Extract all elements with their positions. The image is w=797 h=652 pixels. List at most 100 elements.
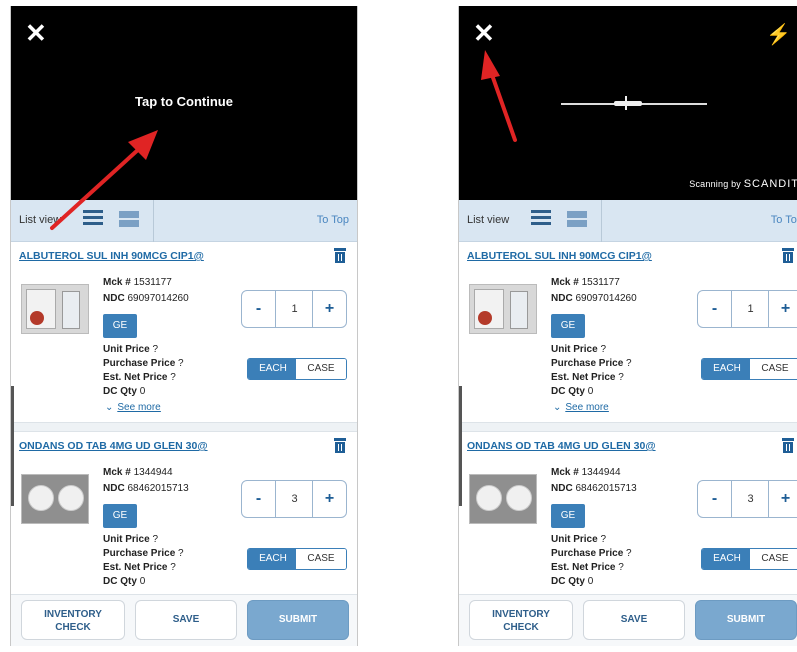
- item-separator: [459, 422, 797, 432]
- submit-button[interactable]: SUBMIT: [247, 600, 349, 640]
- ndc-number: NDC 69097014260: [551, 293, 637, 304]
- scandit-branding: Scanning by SCANDIT: [689, 178, 797, 190]
- est-net-price: Est. Net Price ?: [103, 372, 176, 383]
- est-net-price: Est. Net Price ?: [103, 562, 176, 573]
- ge-button[interactable]: GE: [551, 314, 585, 338]
- quantity-stepper: - 3 +: [697, 480, 797, 518]
- each-option[interactable]: EACH: [248, 549, 298, 569]
- dc-qty: DC Qty 0: [551, 386, 594, 397]
- quantity-input[interactable]: 1: [733, 291, 768, 327]
- ndc-number: NDC 68462015713: [103, 483, 189, 494]
- case-option[interactable]: CASE: [296, 549, 346, 569]
- to-top-link[interactable]: To Top: [317, 214, 349, 226]
- each-option[interactable]: EACH: [248, 359, 298, 379]
- unit-toggle: EACH CASE: [701, 548, 797, 570]
- decrement-button[interactable]: -: [242, 291, 276, 327]
- mck-number: Mck # 1344944: [551, 467, 621, 478]
- decrement-button[interactable]: -: [698, 291, 732, 327]
- toolbar-divider: [601, 200, 602, 242]
- toolbar-divider: [153, 200, 154, 242]
- product-title-link[interactable]: ONDANS OD TAB 4MG UD GLEN 30@: [19, 440, 208, 452]
- action-bar: INVENTORY CHECK SAVE SUBMIT: [459, 594, 797, 646]
- increment-button[interactable]: +: [768, 481, 797, 517]
- quantity-stepper: - 1 +: [241, 290, 347, 328]
- quantity-input[interactable]: 1: [277, 291, 312, 327]
- ge-button[interactable]: GE: [551, 504, 585, 528]
- camera-viewfinder[interactable]: ✕ ⚡ Scanning by SCANDIT: [459, 6, 797, 200]
- scrollbar[interactable]: [11, 386, 14, 506]
- inventory-check-label-line1: INVENTORY: [44, 609, 102, 620]
- unit-toggle: EACH CASE: [247, 548, 347, 570]
- dc-qty: DC Qty 0: [103, 576, 146, 587]
- card-view-icon[interactable]: [567, 210, 587, 228]
- list-item: ALBUTEROL SUL INH 90MCG CIP1@ Mck # 1531…: [11, 242, 357, 432]
- list-view-label: List view: [467, 214, 510, 226]
- purchase-price: Purchase Price ?: [551, 548, 632, 559]
- list-item: ONDANS OD TAB 4MG UD GLEN 30@ Mck # 1344…: [459, 432, 797, 594]
- purchase-price: Purchase Price ?: [551, 358, 632, 369]
- each-option[interactable]: EACH: [702, 359, 752, 379]
- product-image: [21, 474, 89, 524]
- unit-price: Unit Price ?: [551, 534, 607, 545]
- quantity-input[interactable]: 3: [733, 481, 768, 517]
- item-separator: [11, 422, 357, 432]
- each-option[interactable]: EACH: [702, 549, 752, 569]
- list-item: ALBUTEROL SUL INH 90MCG CIP1@ Mck # 1531…: [459, 242, 797, 432]
- see-more-link[interactable]: ⌄ See more: [105, 402, 161, 413]
- unit-price: Unit Price ?: [103, 534, 159, 545]
- product-image: [469, 474, 537, 524]
- list-view-icon[interactable]: [83, 210, 103, 230]
- camera-viewfinder[interactable]: ✕ Tap to Continue: [11, 6, 357, 200]
- inventory-check-label-line1: INVENTORY: [492, 609, 550, 620]
- flash-icon[interactable]: ⚡: [766, 22, 791, 47]
- increment-button[interactable]: +: [312, 481, 346, 517]
- action-bar: INVENTORY CHECK SAVE SUBMIT: [11, 594, 357, 646]
- product-image: [21, 284, 89, 334]
- close-icon[interactable]: ✕: [473, 20, 499, 46]
- quantity-stepper: - 1 +: [697, 290, 797, 328]
- card-view-icon[interactable]: [119, 210, 139, 228]
- est-net-price: Est. Net Price ?: [551, 372, 624, 383]
- see-more-link[interactable]: ⌄ See more: [553, 402, 609, 413]
- increment-button[interactable]: +: [768, 291, 797, 327]
- case-option[interactable]: CASE: [296, 359, 346, 379]
- scrollbar[interactable]: [459, 386, 462, 506]
- inventory-check-label-line2: CHECK: [503, 622, 539, 633]
- case-option[interactable]: CASE: [750, 359, 797, 379]
- quantity-input[interactable]: 3: [277, 481, 312, 517]
- decrement-button[interactable]: -: [698, 481, 732, 517]
- inventory-check-button[interactable]: INVENTORY CHECK: [469, 600, 573, 640]
- chevron-down-icon: ⌄: [105, 402, 114, 413]
- case-option[interactable]: CASE: [750, 549, 797, 569]
- increment-button[interactable]: +: [312, 291, 346, 327]
- unit-price: Unit Price ?: [551, 344, 607, 355]
- product-image: [469, 284, 537, 334]
- inventory-check-label-line2: CHECK: [55, 622, 91, 633]
- product-title-link[interactable]: ALBUTEROL SUL INH 90MCG CIP1@: [467, 250, 652, 262]
- chevron-down-icon: ⌄: [553, 402, 562, 413]
- unit-price: Unit Price ?: [103, 344, 159, 355]
- view-toolbar: List view To Top: [11, 200, 357, 242]
- save-button[interactable]: SAVE: [583, 600, 685, 640]
- tap-to-continue-text[interactable]: Tap to Continue: [11, 94, 357, 109]
- to-top-link[interactable]: To Top: [771, 214, 797, 226]
- submit-button[interactable]: SUBMIT: [695, 600, 797, 640]
- list-view-icon[interactable]: [531, 210, 551, 230]
- est-net-price: Est. Net Price ?: [551, 562, 624, 573]
- trash-icon[interactable]: [333, 248, 347, 264]
- quantity-stepper: - 3 +: [241, 480, 347, 518]
- decrement-button[interactable]: -: [242, 481, 276, 517]
- inventory-check-button[interactable]: INVENTORY CHECK: [21, 600, 125, 640]
- trash-icon[interactable]: [781, 248, 795, 264]
- ge-button[interactable]: GE: [103, 314, 137, 338]
- unit-toggle: EACH CASE: [247, 358, 347, 380]
- unit-toggle: EACH CASE: [701, 358, 797, 380]
- product-title-link[interactable]: ALBUTEROL SUL INH 90MCG CIP1@: [19, 250, 204, 262]
- save-button[interactable]: SAVE: [135, 600, 237, 640]
- mck-number: Mck # 1344944: [103, 467, 173, 478]
- trash-icon[interactable]: [333, 438, 347, 454]
- ge-button[interactable]: GE: [103, 504, 137, 528]
- close-icon[interactable]: ✕: [25, 20, 51, 46]
- product-title-link[interactable]: ONDANS OD TAB 4MG UD GLEN 30@: [467, 440, 656, 452]
- trash-icon[interactable]: [781, 438, 795, 454]
